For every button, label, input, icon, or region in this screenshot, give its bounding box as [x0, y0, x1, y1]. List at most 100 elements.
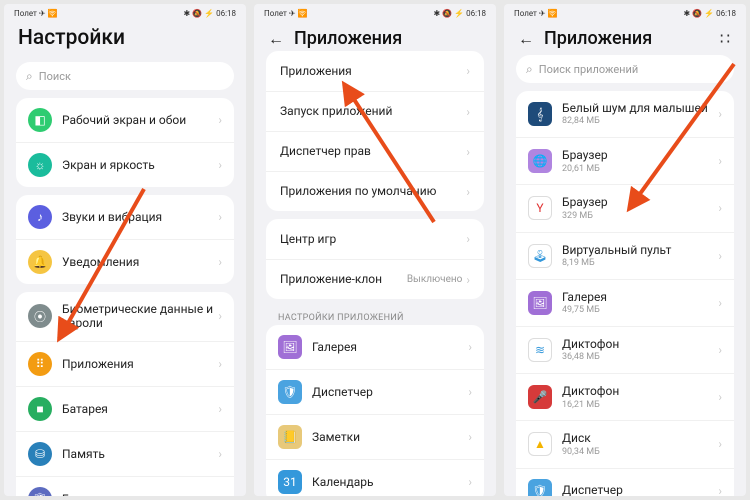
app-row[interactable]: 🕹Виртуальный пульт8,19 МБ›: [516, 232, 734, 279]
chevron-right-icon: ›: [718, 390, 722, 404]
search-placeholder: Поиск приложений: [539, 63, 639, 76]
app-icon: 🛡: [528, 479, 552, 497]
page-title: Приложения: [294, 28, 402, 49]
app-row[interactable]: ≋Диктофон36,48 МБ›: [516, 326, 734, 373]
chevron-right-icon: ›: [718, 249, 722, 263]
row-label: Память: [62, 447, 214, 461]
settings-screen: Полет ✈ 🛜 ✱ 🔕 ⚡ 06:18 Настройки ⌕ Поиск …: [4, 4, 246, 496]
row-label: Приложения: [62, 357, 214, 371]
header: ← Приложения: [254, 22, 496, 51]
back-button[interactable]: ←: [518, 31, 534, 47]
row-label: Галерея: [312, 340, 464, 354]
row-sub: 16,21 МБ: [562, 400, 714, 411]
menu-row[interactable]: Приложение-клонВыключено›: [266, 259, 484, 299]
app-row[interactable]: 📒Заметки›: [266, 414, 484, 459]
app-list-screen: Полет ✈ 🛜 ✱ 🔕 ⚡ 06:18 ← Приложения ∷ ⌕ П…: [504, 4, 746, 496]
row-text: Диск 90,34 МБ: [562, 431, 714, 457]
app-icon: 31: [278, 470, 302, 494]
search-input[interactable]: ⌕ Поиск приложений: [516, 55, 734, 83]
row-label: Браузер: [562, 148, 714, 162]
app-list-body: 𝄞Белый шум для малышей82,84 МБ›🌐Браузер2…: [504, 91, 746, 496]
row-text: Белый шум для малышей82,84 МБ: [562, 101, 714, 127]
settings-row[interactable]: ■Батарея›: [16, 386, 234, 431]
settings-row[interactable]: ⛁Память›: [16, 431, 234, 476]
row-icon: ■: [28, 397, 52, 421]
app-icon: 𝄞: [528, 102, 552, 126]
status-right: ✱ 🔕 ⚡ 06:18: [434, 9, 487, 18]
row-label: Белый шум для малышей: [562, 101, 714, 115]
row-sub: 20,61 МБ: [562, 164, 714, 175]
row-label: Диск: [562, 431, 714, 445]
menu-row[interactable]: Центр игр ›: [266, 219, 484, 259]
search-icon: ⌕: [26, 69, 33, 84]
row-sub: 82,84 МБ: [562, 116, 714, 127]
more-button[interactable]: ∷: [720, 29, 732, 48]
app-row[interactable]: 🛡Диспетчер›: [266, 369, 484, 414]
row-icon: ◧: [28, 108, 52, 132]
row-label: Диктофон: [562, 337, 714, 351]
chevron-right-icon: ›: [466, 64, 470, 78]
row-label: Запуск приложений: [280, 104, 462, 118]
app-icon: 📒: [278, 425, 302, 449]
row-icon: ☼: [28, 153, 52, 177]
row-label: Приложения: [280, 64, 462, 78]
row-text: Браузер 20,61 МБ: [562, 148, 714, 174]
row-label: Батарея: [62, 402, 214, 416]
menu-row[interactable]: Диспетчер прав›: [266, 131, 484, 171]
chevron-right-icon: ›: [466, 232, 470, 246]
row-label: Центр игр: [280, 232, 462, 246]
row-text: Диктофон36,48 МБ: [562, 337, 714, 363]
app-icon: 🎤: [528, 385, 552, 409]
header: ← Приложения ∷: [504, 22, 746, 51]
app-row[interactable]: 🛡Диспетчер›: [516, 468, 734, 497]
settings-row[interactable]: 🛡Безопасность›: [16, 476, 234, 496]
menu-row[interactable]: Запуск приложений›: [266, 91, 484, 131]
settings-row[interactable]: ⦿Биометрические данные и пароли›: [16, 292, 234, 341]
status-bar: Полет ✈ 🛜 ✱ 🔕 ⚡ 06:18: [4, 4, 246, 22]
chevron-right-icon: ›: [468, 340, 472, 354]
status-right: ✱ 🔕 ⚡ 06:18: [184, 9, 237, 18]
app-row[interactable]: 🖼Галерея›: [266, 325, 484, 369]
app-row[interactable]: YБраузер329 МБ›: [516, 184, 734, 231]
app-row[interactable]: 🌐Браузер20,61 МБ›: [516, 137, 734, 184]
chevron-right-icon: ›: [466, 273, 470, 287]
app-row[interactable]: 31Календарь›: [266, 459, 484, 496]
settings-row[interactable]: 🔔Уведомления›: [16, 239, 234, 284]
menu-group: Приложения›Запуск приложений›Диспетчер п…: [266, 51, 484, 211]
menu-row[interactable]: Приложения по умолчанию›: [266, 171, 484, 211]
row-label: Галерея: [562, 290, 714, 304]
row-sub: 36,48 МБ: [562, 352, 714, 363]
app-icon: 🛡: [278, 380, 302, 404]
app-row[interactable]: 🎤 Диктофон16,21 МБ ›: [516, 373, 734, 420]
row-icon: ⛁: [28, 442, 52, 466]
settings-row[interactable]: ♪Звуки и вибрация›: [16, 195, 234, 239]
app-row[interactable]: ▲Диск90,34 МБ›: [516, 420, 734, 467]
back-button[interactable]: ←: [268, 31, 284, 47]
apps-body: Приложения›Запуск приложений›Диспетчер п…: [254, 51, 496, 496]
chevron-right-icon: ›: [218, 309, 222, 323]
row-icon: 🛡: [28, 487, 52, 496]
row-label: Браузер: [562, 195, 714, 209]
chevron-right-icon: ›: [718, 154, 722, 168]
row-text: Диктофон16,21 МБ: [562, 384, 714, 410]
chevron-right-icon: ›: [468, 430, 472, 444]
settings-group: ◧Рабочий экран и обои›☼Экран и яркость›: [16, 98, 234, 187]
row-label: Приложение-клон: [280, 272, 407, 286]
page-title: Приложения: [544, 28, 652, 49]
row-text: Диспетчер: [562, 483, 714, 496]
menu-row[interactable]: Приложения ›: [266, 51, 484, 91]
chevron-right-icon: ›: [718, 201, 722, 215]
row-text: Браузер329 МБ: [562, 195, 714, 221]
section-label: НАСТРОЙКИ ПРИЛОЖЕНИЙ: [262, 307, 488, 325]
settings-row[interactable]: ◧Рабочий экран и обои›: [16, 98, 234, 142]
settings-row[interactable]: ⠿Приложения›: [16, 341, 234, 386]
row-label: Диспетчер прав: [280, 144, 462, 158]
settings-body: ◧Рабочий экран и обои›☼Экран и яркость› ♪…: [4, 98, 246, 496]
app-row[interactable]: 🖼Галерея49,75 МБ›: [516, 279, 734, 326]
chevron-right-icon: ›: [468, 475, 472, 489]
settings-row[interactable]: ☼Экран и яркость›: [16, 142, 234, 187]
app-row[interactable]: 𝄞Белый шум для малышей82,84 МБ›: [516, 91, 734, 137]
search-input[interactable]: ⌕ Поиск: [16, 62, 234, 90]
chevron-right-icon: ›: [218, 357, 222, 371]
row-sub: 90,34 МБ: [562, 447, 714, 458]
